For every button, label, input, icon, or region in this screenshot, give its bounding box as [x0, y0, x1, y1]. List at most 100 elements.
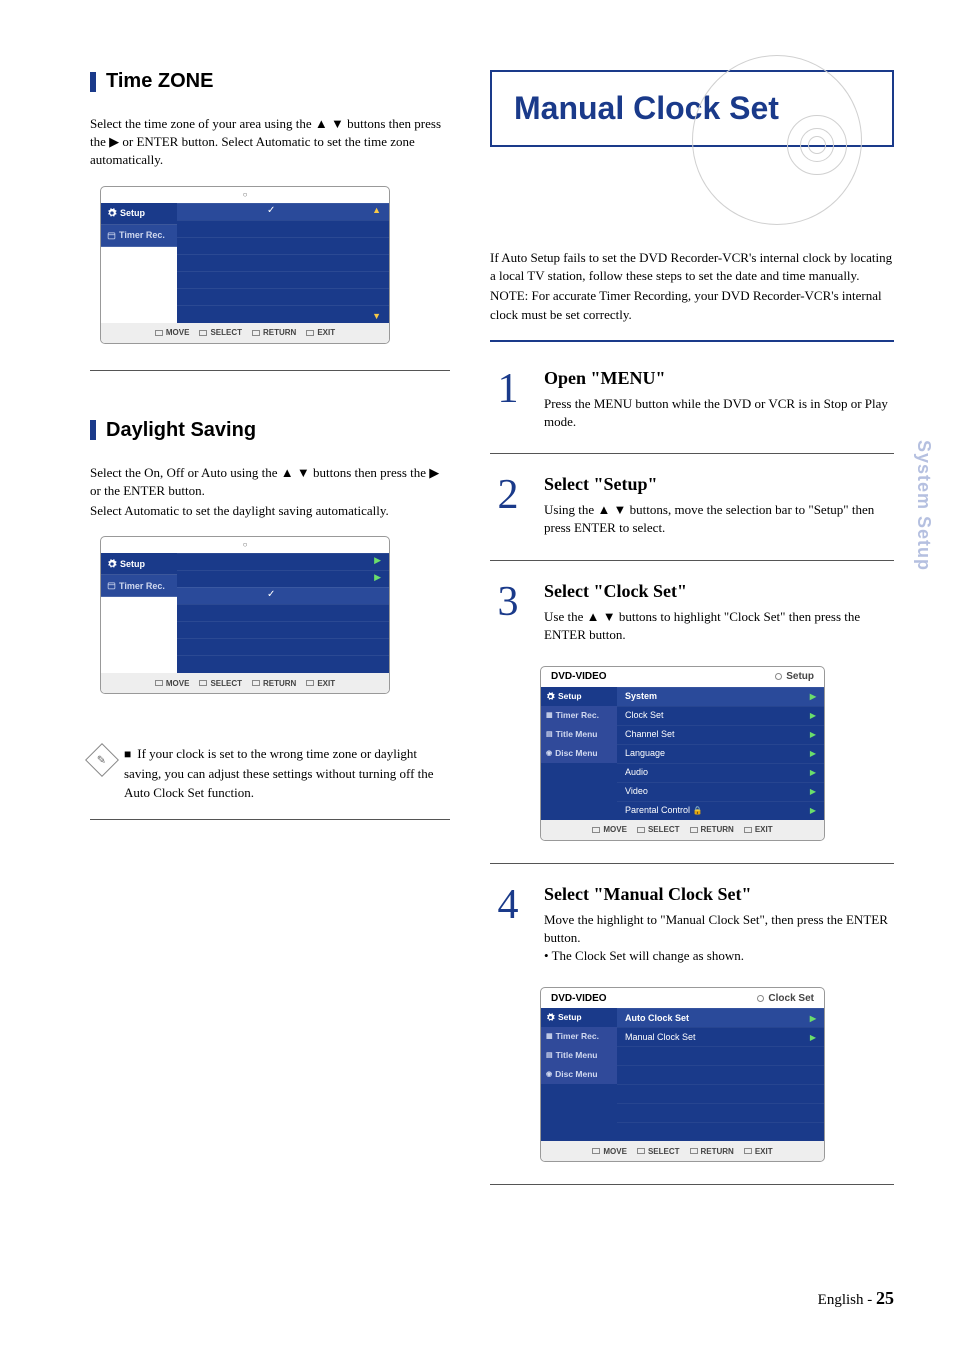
menu-item-parental: Parental Control 🔒▶ [617, 801, 824, 820]
step-number: 3 [490, 581, 526, 644]
check-icon: ✓ [267, 589, 275, 600]
menu-item-auto-clock: Auto Clock Set▶ [617, 1008, 824, 1027]
osd-header-left: DVD-VIDEO [551, 993, 607, 1004]
chevron-right-icon: ▶ [810, 744, 816, 763]
osd-clock-set-menu: DVD-VIDEO Clock Set Setup ▦Timer Rec. ▤T… [540, 987, 825, 1162]
osd-footer-move: MOVE [166, 328, 190, 337]
intro-text-1: If Auto Setup fails to set the DVD Recor… [490, 249, 894, 285]
menu-item-audio: Audio▶ [617, 763, 824, 782]
osd-sidebar-timer-label: Timer Rec. [119, 575, 165, 597]
divider [90, 819, 450, 820]
osd-footer-return: RETURN [263, 328, 296, 337]
daylight-title: Daylight Saving [106, 419, 256, 442]
osd-daylight: ○ Setup Timer Rec. [100, 536, 390, 694]
section-header-daylight: Daylight Saving [90, 419, 450, 442]
osd-sidebar-timer: ▦Timer Rec. [541, 1027, 617, 1046]
osd-sidebar-title-menu: ▤Title Menu [541, 1046, 617, 1065]
osd-footer: MOVE SELECT RETURN EXIT [101, 673, 389, 693]
step-number: 1 [490, 368, 526, 431]
note-block: ✎ ■If your clock is set to the wrong tim… [90, 744, 450, 803]
step-number: 4 [490, 884, 526, 966]
osd-header-right: Clock Set [768, 993, 814, 1004]
step-3: 3 Select "Clock Set" Use the ▲ ▼ buttons… [490, 575, 894, 652]
osd-header-right: Setup [786, 671, 814, 682]
osd-sidebar-setup: Setup [541, 687, 617, 706]
osd-sidebar-disc-menu: ◉Disc Menu [541, 1065, 617, 1084]
underline [490, 340, 894, 342]
bullet-icon: ■ [124, 747, 131, 761]
side-tab: System Setup [913, 440, 934, 571]
osd-footer-select: SELECT [210, 328, 242, 337]
osd-setup-menu: DVD-VIDEO Setup Setup ▦Timer Rec. ▤Title… [540, 666, 825, 841]
chevron-right-icon: ▶ [810, 687, 816, 706]
lock-icon: 🔒 [693, 806, 703, 815]
step-heading: Select "Setup" [544, 474, 894, 495]
chevron-right-icon: ▶ [810, 763, 816, 782]
osd-sidebar-setup-label: Setup [120, 202, 145, 224]
menu-item-clock-set: Clock Set▶ [617, 706, 824, 725]
page-columns: Time ZONE Select the time zone of your a… [90, 70, 894, 1199]
gear-icon [107, 208, 117, 218]
gear-icon [546, 692, 555, 701]
daylight-body1: Select the On, Off or Auto using the ▲ ▼… [90, 464, 450, 500]
osd-sidebar-timer: Timer Rec. [101, 575, 177, 597]
calendar-icon [107, 581, 116, 590]
note-text: ■If your clock is set to the wrong time … [124, 744, 450, 803]
osd-sidebar-timer-label: Timer Rec. [119, 224, 165, 246]
step-number: 2 [490, 474, 526, 537]
step-heading: Select "Clock Set" [544, 581, 894, 602]
divider [490, 560, 894, 561]
check-icon: ✓ [267, 205, 275, 216]
chevron-right-icon: ▶ [810, 725, 816, 744]
osd-footer-move: MOVE [166, 679, 190, 688]
osd-timezone: ○ Setup Timer Rec. ✓ ▲ [100, 186, 390, 344]
header-tick-icon [90, 72, 96, 92]
osd-sidebar-timer: Timer Rec. [101, 225, 177, 247]
menu-item-language: Language▶ [617, 744, 824, 763]
title-box: Manual Clock Set [490, 70, 894, 147]
daylight-body2: Select Automatic to set the daylight sav… [90, 502, 450, 520]
page-title: Manual Clock Set [514, 90, 870, 127]
chevron-right-icon: ▶ [810, 706, 816, 725]
note-icon: ✎ [85, 743, 119, 777]
chevron-right-icon: ▶ [374, 572, 381, 583]
osd-sidebar-setup: Setup [101, 203, 177, 225]
osd-header-left: DVD-VIDEO [551, 671, 607, 682]
section-header-timezone: Time ZONE [90, 70, 450, 93]
divider [490, 863, 894, 864]
step-heading: Select "Manual Clock Set" [544, 884, 894, 905]
gear-icon [107, 559, 117, 569]
step-body: Press the MENU button while the DVD or V… [544, 395, 894, 431]
divider [90, 370, 450, 371]
osd-sidebar-setup: Setup [541, 1008, 617, 1027]
osd-footer-exit: EXIT [317, 328, 335, 337]
chevron-right-icon: ▶ [810, 1028, 816, 1047]
osd-titlebar: ○ [101, 187, 389, 203]
chevron-right-icon: ▶ [810, 782, 816, 801]
left-column: Time ZONE Select the time zone of your a… [90, 70, 450, 1199]
osd-footer: MOVE SELECT RETURN EXIT [541, 820, 824, 840]
footer-lang: English - [818, 1292, 873, 1308]
step-heading: Open "MENU" [544, 368, 894, 389]
menu-item-manual-clock: Manual Clock Set▶ [617, 1027, 824, 1046]
osd-footer: MOVE SELECT RETURN EXIT [541, 1141, 824, 1161]
step-body: Move the highlight to "Manual Clock Set"… [544, 911, 894, 947]
timezone-title: Time ZONE [106, 70, 213, 93]
step-2: 2 Select "Setup" Using the ▲ ▼ buttons, … [490, 468, 894, 545]
right-column: Manual Clock Set If Auto Setup fails to … [490, 70, 894, 1199]
osd-titlebar: ○ [101, 537, 389, 553]
step-4: 4 Select "Manual Clock Set" Move the hig… [490, 878, 894, 974]
osd-sidebar-timer: ▦Timer Rec. [541, 706, 617, 725]
gear-icon [546, 1013, 555, 1022]
page-footer: English - 25 [818, 1288, 894, 1309]
triangle-down-icon: ▼ [372, 311, 381, 321]
osd-footer: MOVE SELECT RETURN EXIT [101, 323, 389, 343]
step-1: 1 Open "MENU" Press the MENU button whil… [490, 362, 894, 439]
intro-text-2: NOTE: For accurate Timer Recording, your… [490, 287, 894, 323]
chevron-right-icon: ▶ [810, 1009, 816, 1028]
osd-footer-exit: EXIT [317, 679, 335, 688]
triangle-up-icon: ▲ [372, 205, 381, 215]
chevron-right-icon: ▶ [810, 801, 816, 820]
osd-sidebar-setup: Setup [101, 553, 177, 575]
menu-item-channel-set: Channel Set▶ [617, 725, 824, 744]
